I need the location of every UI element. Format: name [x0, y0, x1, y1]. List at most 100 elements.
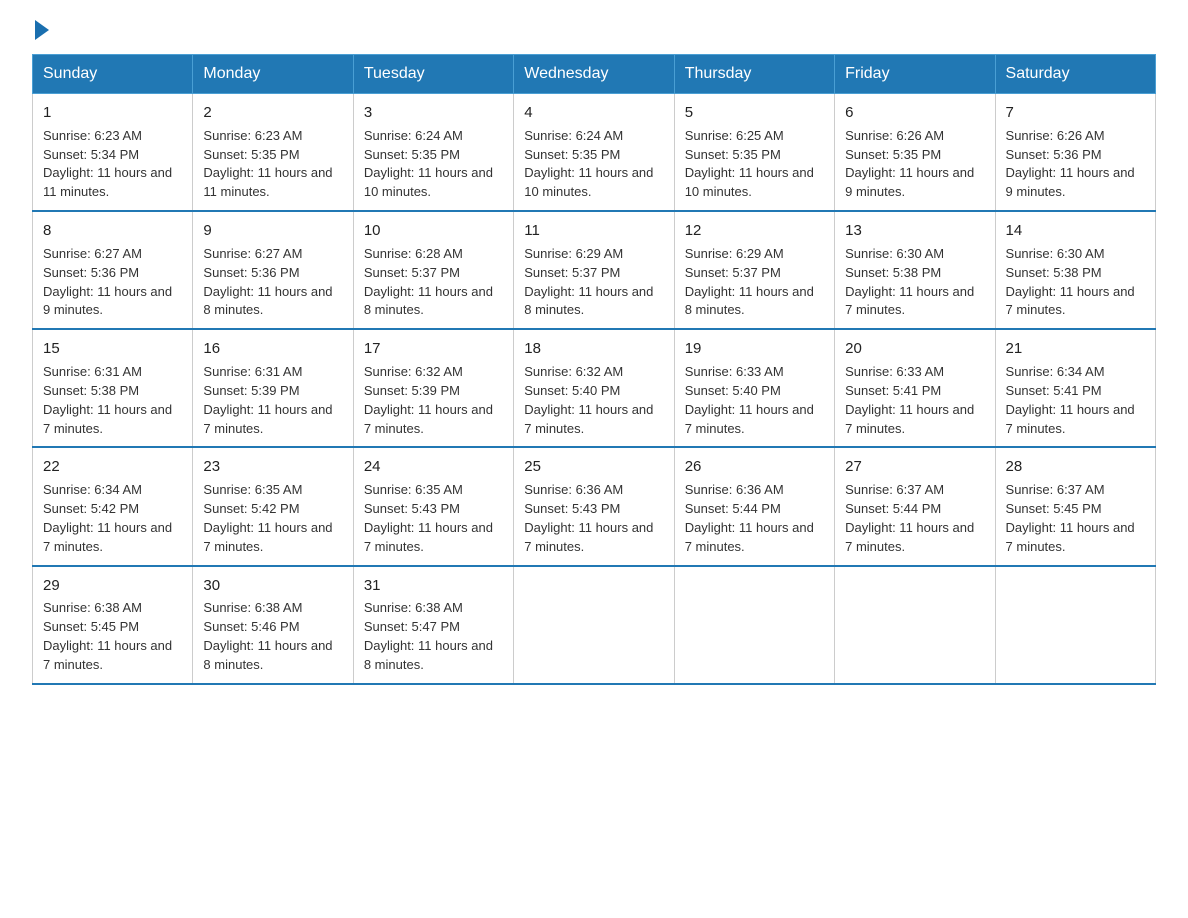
day-number: 20	[845, 338, 984, 360]
day-cell: 28Sunrise: 6:37 AMSunset: 5:45 PMDayligh…	[995, 447, 1155, 565]
day-number: 9	[203, 220, 342, 242]
day-info: Sunrise: 6:30 AMSunset: 5:38 PMDaylight:…	[845, 245, 984, 320]
day-number: 6	[845, 102, 984, 124]
calendar-table: SundayMondayTuesdayWednesdayThursdayFrid…	[32, 54, 1156, 685]
week-row: 8 Sunrise: 6:27 AMSunset: 5:36 PMDaylight…	[33, 211, 1156, 329]
day-info: Sunrise: 6:26 AMSunset: 5:35 PMDaylight:…	[845, 127, 984, 202]
day-info: Sunrise: 6:38 AMSunset: 5:47 PMDaylight:…	[364, 599, 503, 674]
day-info: Sunrise: 6:33 AMSunset: 5:40 PMDaylight:…	[685, 363, 824, 438]
day-cell: 7 Sunrise: 6:26 AMSunset: 5:36 PMDaylight…	[995, 94, 1155, 212]
day-info: Sunrise: 6:23 AMSunset: 5:35 PMDaylight:…	[203, 127, 342, 202]
day-cell: 24 Sunrise: 6:35 AMSunset: 5:43 PMDayligh…	[353, 447, 513, 565]
day-cell: 10 Sunrise: 6:28 AMSunset: 5:37 PMDayligh…	[353, 211, 513, 329]
day-cell: 16 Sunrise: 6:31 AMSunset: 5:39 PMDayligh…	[193, 329, 353, 447]
day-cell: 5Sunrise: 6:25 AMSunset: 5:35 PMDaylight…	[674, 94, 834, 212]
day-info: Sunrise: 6:35 AMSunset: 5:43 PMDaylight:…	[364, 481, 503, 556]
day-cell: 11 Sunrise: 6:29 AMSunset: 5:37 PMDayligh…	[514, 211, 674, 329]
day-cell: 9 Sunrise: 6:27 AMSunset: 5:36 PMDaylight…	[193, 211, 353, 329]
day-cell: 23 Sunrise: 6:35 AMSunset: 5:42 PMDayligh…	[193, 447, 353, 565]
day-cell: 2 Sunrise: 6:23 AMSunset: 5:35 PMDaylight…	[193, 94, 353, 212]
day-cell: 30Sunrise: 6:38 AMSunset: 5:46 PMDayligh…	[193, 566, 353, 684]
day-info: Sunrise: 6:27 AMSunset: 5:36 PMDaylight:…	[203, 245, 342, 320]
day-number: 31	[364, 575, 503, 597]
day-number: 29	[43, 575, 182, 597]
day-number: 1	[43, 102, 182, 124]
day-number: 19	[685, 338, 824, 360]
day-number: 8	[43, 220, 182, 242]
day-cell: 29Sunrise: 6:38 AMSunset: 5:45 PMDayligh…	[33, 566, 193, 684]
week-row: 29Sunrise: 6:38 AMSunset: 5:45 PMDayligh…	[33, 566, 1156, 684]
day-cell: 3 Sunrise: 6:24 AMSunset: 5:35 PMDaylight…	[353, 94, 513, 212]
day-cell: 25Sunrise: 6:36 AMSunset: 5:43 PMDayligh…	[514, 447, 674, 565]
day-cell: 20 Sunrise: 6:33 AMSunset: 5:41 PMDayligh…	[835, 329, 995, 447]
day-cell: 12 Sunrise: 6:29 AMSunset: 5:37 PMDayligh…	[674, 211, 834, 329]
day-info: Sunrise: 6:25 AMSunset: 5:35 PMDaylight:…	[685, 127, 824, 202]
logo	[32, 24, 49, 36]
day-number: 11	[524, 220, 663, 242]
day-info: Sunrise: 6:31 AMSunset: 5:38 PMDaylight:…	[43, 363, 182, 438]
header-cell-wednesday: Wednesday	[514, 55, 674, 94]
day-number: 24	[364, 456, 503, 478]
day-cell: 17 Sunrise: 6:32 AMSunset: 5:39 PMDayligh…	[353, 329, 513, 447]
page-header	[32, 24, 1156, 36]
day-number: 3	[364, 102, 503, 124]
day-cell: 19 Sunrise: 6:33 AMSunset: 5:40 PMDayligh…	[674, 329, 834, 447]
day-number: 21	[1006, 338, 1145, 360]
day-number: 15	[43, 338, 182, 360]
day-number: 22	[43, 456, 182, 478]
day-cell: 6 Sunrise: 6:26 AMSunset: 5:35 PMDaylight…	[835, 94, 995, 212]
day-cell: 22 Sunrise: 6:34 AMSunset: 5:42 PMDayligh…	[33, 447, 193, 565]
header-cell-monday: Monday	[193, 55, 353, 94]
day-cell: 1Sunrise: 6:23 AMSunset: 5:34 PMDaylight…	[33, 94, 193, 212]
day-info: Sunrise: 6:24 AMSunset: 5:35 PMDaylight:…	[524, 127, 663, 202]
day-number: 26	[685, 456, 824, 478]
day-info: Sunrise: 6:36 AMSunset: 5:44 PMDaylight:…	[685, 481, 824, 556]
header-cell-sunday: Sunday	[33, 55, 193, 94]
day-number: 16	[203, 338, 342, 360]
day-cell: 18Sunrise: 6:32 AMSunset: 5:40 PMDayligh…	[514, 329, 674, 447]
day-number: 18	[524, 338, 663, 360]
logo-triangle-icon	[35, 20, 49, 40]
day-info: Sunrise: 6:29 AMSunset: 5:37 PMDaylight:…	[524, 245, 663, 320]
day-cell	[995, 566, 1155, 684]
day-info: Sunrise: 6:37 AMSunset: 5:44 PMDaylight:…	[845, 481, 984, 556]
day-number: 23	[203, 456, 342, 478]
day-info: Sunrise: 6:30 AMSunset: 5:38 PMDaylight:…	[1006, 245, 1145, 320]
day-info: Sunrise: 6:38 AMSunset: 5:45 PMDaylight:…	[43, 599, 182, 674]
day-info: Sunrise: 6:28 AMSunset: 5:37 PMDaylight:…	[364, 245, 503, 320]
day-info: Sunrise: 6:29 AMSunset: 5:37 PMDaylight:…	[685, 245, 824, 320]
day-info: Sunrise: 6:24 AMSunset: 5:35 PMDaylight:…	[364, 127, 503, 202]
day-info: Sunrise: 6:34 AMSunset: 5:42 PMDaylight:…	[43, 481, 182, 556]
day-info: Sunrise: 6:38 AMSunset: 5:46 PMDaylight:…	[203, 599, 342, 674]
week-row: 15 Sunrise: 6:31 AMSunset: 5:38 PMDayligh…	[33, 329, 1156, 447]
day-cell	[674, 566, 834, 684]
day-number: 13	[845, 220, 984, 242]
header-cell-saturday: Saturday	[995, 55, 1155, 94]
day-info: Sunrise: 6:32 AMSunset: 5:39 PMDaylight:…	[364, 363, 503, 438]
day-number: 2	[203, 102, 342, 124]
header-row: SundayMondayTuesdayWednesdayThursdayFrid…	[33, 55, 1156, 94]
day-info: Sunrise: 6:26 AMSunset: 5:36 PMDaylight:…	[1006, 127, 1145, 202]
header-cell-tuesday: Tuesday	[353, 55, 513, 94]
day-info: Sunrise: 6:33 AMSunset: 5:41 PMDaylight:…	[845, 363, 984, 438]
day-cell: 4 Sunrise: 6:24 AMSunset: 5:35 PMDaylight…	[514, 94, 674, 212]
day-cell: 13 Sunrise: 6:30 AMSunset: 5:38 PMDayligh…	[835, 211, 995, 329]
day-cell: 21 Sunrise: 6:34 AMSunset: 5:41 PMDayligh…	[995, 329, 1155, 447]
day-number: 4	[524, 102, 663, 124]
day-number: 17	[364, 338, 503, 360]
calendar-body: 1Sunrise: 6:23 AMSunset: 5:34 PMDaylight…	[33, 94, 1156, 684]
day-cell	[835, 566, 995, 684]
day-info: Sunrise: 6:37 AMSunset: 5:45 PMDaylight:…	[1006, 481, 1145, 556]
day-number: 7	[1006, 102, 1145, 124]
day-number: 30	[203, 575, 342, 597]
week-row: 22 Sunrise: 6:34 AMSunset: 5:42 PMDayligh…	[33, 447, 1156, 565]
day-cell: 8Sunrise: 6:27 AMSunset: 5:36 PMDaylight…	[33, 211, 193, 329]
day-cell: 15 Sunrise: 6:31 AMSunset: 5:38 PMDayligh…	[33, 329, 193, 447]
day-cell: 26 Sunrise: 6:36 AMSunset: 5:44 PMDayligh…	[674, 447, 834, 565]
day-number: 12	[685, 220, 824, 242]
day-info: Sunrise: 6:34 AMSunset: 5:41 PMDaylight:…	[1006, 363, 1145, 438]
day-info: Sunrise: 6:35 AMSunset: 5:42 PMDaylight:…	[203, 481, 342, 556]
day-number: 25	[524, 456, 663, 478]
day-info: Sunrise: 6:31 AMSunset: 5:39 PMDaylight:…	[203, 363, 342, 438]
day-number: 10	[364, 220, 503, 242]
